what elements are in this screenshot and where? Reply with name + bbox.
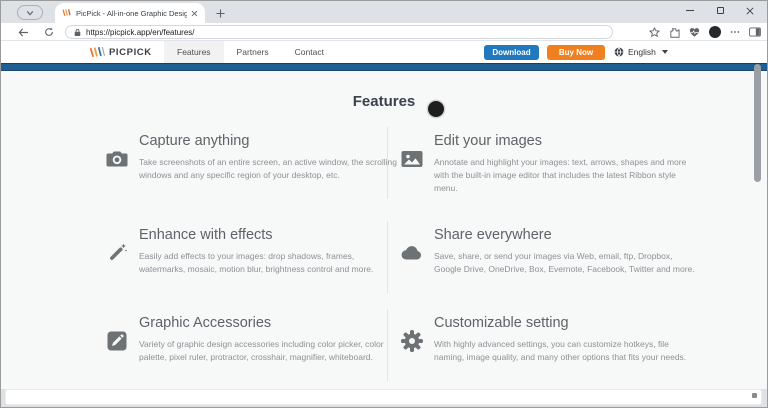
url-text: https://picpick.app/en/features/ <box>86 27 195 37</box>
language-selector[interactable]: English <box>614 41 668 63</box>
features-row-2: Enhance with effects Easily add effects … <box>97 221 695 293</box>
back-button[interactable] <box>15 23 31 41</box>
feature-description: Save, share, or send your images via Web… <box>434 251 695 274</box>
gear-icon <box>401 330 423 352</box>
refresh-icon <box>45 27 53 36</box>
site-header: PICPICK Features Partners Contact Downlo… <box>1 41 767 63</box>
feature-description: Easily add effects to your images: drop … <box>139 251 374 274</box>
tab-title: PicPick - All-in-one Graphic Desig <box>76 8 187 18</box>
minimize-button[interactable] <box>675 1 705 20</box>
window-controls <box>675 1 765 20</box>
download-button[interactable]: Download <box>484 45 539 60</box>
picpick-logo-icon <box>89 46 105 57</box>
tab-search-button[interactable] <box>17 5 43 20</box>
feature-capture-anything: Capture anything Take screenshots of an … <box>97 127 397 199</box>
refresh-button[interactable] <box>41 23 57 41</box>
feature-share-everywhere: Share everywhere Save, share, or send yo… <box>387 221 695 293</box>
feature-title: Share everywhere <box>434 227 552 243</box>
feature-graphic-accessories: Graphic Accessories Variety of graphic d… <box>97 309 387 381</box>
extensions-puzzle-icon[interactable] <box>669 27 680 38</box>
maximize-button[interactable] <box>705 1 735 20</box>
sidebar-toggle-icon[interactable] <box>749 27 761 37</box>
feature-description: Variety of graphic design accessories in… <box>139 339 384 362</box>
favorites-star-icon[interactable] <box>649 26 660 38</box>
picpick-logo[interactable]: PICPICK <box>89 41 152 63</box>
feature-title: Graphic Accessories <box>139 315 272 331</box>
nav-item-features[interactable]: Features <box>164 41 224 63</box>
features-row-1: Capture anything Take screenshots of an … <box>97 127 694 199</box>
chevron-down-icon <box>26 10 34 15</box>
browser-tab[interactable]: PicPick - All-in-one Graphic Desig <box>55 3 205 23</box>
brand-name: PICPICK <box>109 46 152 58</box>
page-title: Features <box>352 93 416 110</box>
address-bar-row: https://picpick.app/en/features/ <box>1 23 767 41</box>
toolbar-icons <box>649 23 761 41</box>
back-arrow-icon <box>18 28 28 36</box>
features-row-3: Graphic Accessories Variety of graphic d… <box>97 309 694 381</box>
click-indicator-dot <box>428 101 444 117</box>
new-tab-button[interactable] <box>213 6 227 20</box>
magic-wand-icon <box>110 243 127 260</box>
tab-strip: PicPick - All-in-one Graphic Desig <box>1 1 767 23</box>
feature-title: Customizable setting <box>434 315 569 331</box>
feature-enhance-with-effects: Enhance with effects Easily add effects … <box>97 221 387 293</box>
feature-description: With highly advanced settings, you can c… <box>434 339 687 362</box>
features-page: Features Capture anything Take screensho… <box>1 71 767 389</box>
lock-icon <box>74 28 81 36</box>
feature-edit-your-images: Edit your images Annotate and highlight … <box>387 127 694 199</box>
feature-description: Annotate and highlight your images: text… <box>434 157 687 193</box>
browser-window: PicPick - All-in-one Graphic Desig https… <box>0 0 768 408</box>
buy-now-button[interactable]: Buy Now <box>547 45 605 60</box>
camera-icon <box>106 151 128 167</box>
image-icon <box>401 151 423 167</box>
language-label: English <box>628 47 656 57</box>
feature-customizable-setting: Customizable setting With highly advance… <box>387 309 694 381</box>
browser-essentials-heart-icon[interactable] <box>689 27 700 38</box>
feature-title: Enhance with effects <box>139 227 273 243</box>
header-divider-banner <box>1 63 767 71</box>
plus-icon <box>215 8 225 18</box>
feature-title: Edit your images <box>434 133 542 149</box>
cloud-icon <box>401 246 422 260</box>
scrollbar-end-cap <box>752 393 757 398</box>
nav-item-partners[interactable]: Partners <box>224 41 282 63</box>
close-button[interactable] <box>735 1 765 20</box>
nav-item-contact[interactable]: Contact <box>282 41 337 63</box>
url-bar[interactable]: https://picpick.app/en/features/ <box>65 25 613 39</box>
profile-avatar[interactable] <box>709 26 721 38</box>
picpick-favicon <box>62 9 71 16</box>
scrollbar-thumb[interactable] <box>754 64 761 182</box>
feature-title: Capture anything <box>139 133 250 149</box>
next-section-card <box>5 389 762 405</box>
main-nav: Features Partners Contact <box>164 41 337 63</box>
chevron-down-icon <box>661 50 668 54</box>
minimize-icon <box>686 10 694 11</box>
tab-close-icon[interactable] <box>191 10 198 17</box>
maximize-icon <box>716 7 724 14</box>
feature-description: Take screenshots of an entire screen, an… <box>139 157 397 180</box>
close-icon <box>746 6 754 15</box>
pencil-icon <box>107 331 127 351</box>
more-options-icon[interactable] <box>730 30 740 34</box>
globe-icon <box>614 47 624 57</box>
